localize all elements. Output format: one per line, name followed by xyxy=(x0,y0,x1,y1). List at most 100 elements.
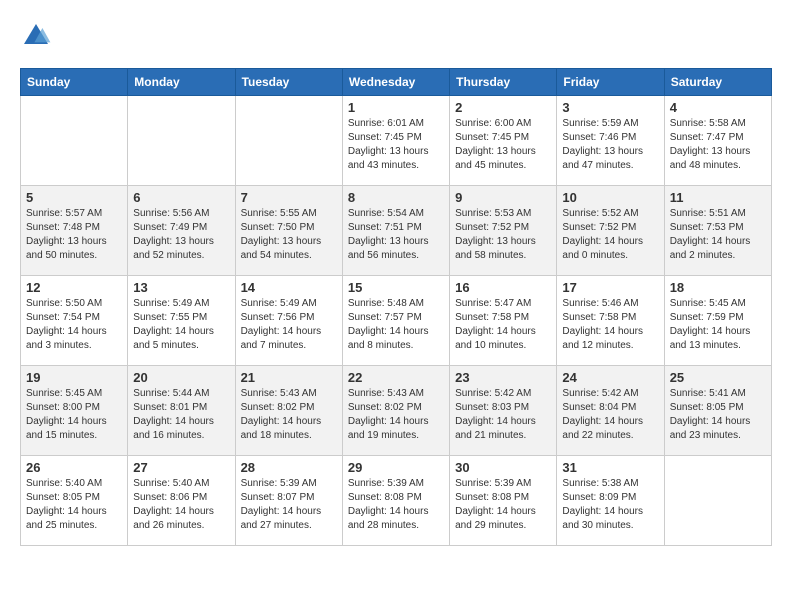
logo xyxy=(20,20,56,52)
calendar-cell: 14 Sunrise: 5:49 AM Sunset: 7:56 PM Dayli… xyxy=(235,276,342,366)
weekday-header: Sunday xyxy=(21,69,128,96)
calendar-week-row: 1 Sunrise: 6:01 AM Sunset: 7:45 PM Daylig… xyxy=(21,96,772,186)
day-info: Sunrise: 5:54 AM Sunset: 7:51 PM Dayligh… xyxy=(348,207,444,263)
weekday-header: Friday xyxy=(557,69,664,96)
calendar-cell: 13 Sunrise: 5:49 AM Sunset: 7:55 PM Dayli… xyxy=(128,276,235,366)
day-number: 20 xyxy=(133,370,229,385)
day-number: 21 xyxy=(241,370,337,385)
day-info: Sunrise: 5:49 AM Sunset: 7:56 PM Dayligh… xyxy=(241,297,337,353)
day-number: 8 xyxy=(348,190,444,205)
calendar-week-row: 19 Sunrise: 5:45 AM Sunset: 8:00 PM Dayli… xyxy=(21,366,772,456)
day-info: Sunrise: 6:00 AM Sunset: 7:45 PM Dayligh… xyxy=(455,117,551,173)
day-info: Sunrise: 5:39 AM Sunset: 8:08 PM Dayligh… xyxy=(455,477,551,533)
calendar-table: SundayMondayTuesdayWednesdayThursdayFrid… xyxy=(20,68,772,546)
day-number: 12 xyxy=(26,280,122,295)
day-number: 29 xyxy=(348,460,444,475)
day-number: 3 xyxy=(562,100,658,115)
day-info: Sunrise: 5:45 AM Sunset: 8:00 PM Dayligh… xyxy=(26,387,122,443)
day-number: 14 xyxy=(241,280,337,295)
calendar-cell: 15 Sunrise: 5:48 AM Sunset: 7:57 PM Dayli… xyxy=(342,276,449,366)
day-number: 13 xyxy=(133,280,229,295)
calendar-cell: 1 Sunrise: 6:01 AM Sunset: 7:45 PM Daylig… xyxy=(342,96,449,186)
calendar-cell: 23 Sunrise: 5:42 AM Sunset: 8:03 PM Dayli… xyxy=(450,366,557,456)
day-info: Sunrise: 5:49 AM Sunset: 7:55 PM Dayligh… xyxy=(133,297,229,353)
weekday-header: Saturday xyxy=(664,69,771,96)
page-header xyxy=(20,20,772,52)
calendar-cell: 25Sunrise: 5:41 AM Sunset: 8:05 PM Dayli… xyxy=(664,366,771,456)
weekday-header: Tuesday xyxy=(235,69,342,96)
day-info: Sunrise: 5:39 AM Sunset: 8:08 PM Dayligh… xyxy=(348,477,444,533)
day-number: 23 xyxy=(455,370,551,385)
day-number: 15 xyxy=(348,280,444,295)
day-number: 2 xyxy=(455,100,551,115)
day-info: Sunrise: 5:52 AM Sunset: 7:52 PM Dayligh… xyxy=(562,207,658,263)
calendar-cell xyxy=(664,456,771,546)
calendar-cell: 9 Sunrise: 5:53 AM Sunset: 7:52 PM Daylig… xyxy=(450,186,557,276)
day-info: Sunrise: 5:51 AM Sunset: 7:53 PM Dayligh… xyxy=(670,207,766,263)
day-info: Sunrise: 5:48 AM Sunset: 7:57 PM Dayligh… xyxy=(348,297,444,353)
day-number: 19 xyxy=(26,370,122,385)
day-info: Sunrise: 6:01 AM Sunset: 7:45 PM Dayligh… xyxy=(348,117,444,173)
calendar-week-row: 26 Sunrise: 5:40 AM Sunset: 8:05 PM Dayli… xyxy=(21,456,772,546)
calendar-cell: 20 Sunrise: 5:44 AM Sunset: 8:01 PM Dayli… xyxy=(128,366,235,456)
day-number: 4 xyxy=(670,100,766,115)
day-number: 18 xyxy=(670,280,766,295)
day-info: Sunrise: 5:56 AM Sunset: 7:49 PM Dayligh… xyxy=(133,207,229,263)
day-info: Sunrise: 5:38 AM Sunset: 8:09 PM Dayligh… xyxy=(562,477,658,533)
day-number: 27 xyxy=(133,460,229,475)
calendar-cell: 2 Sunrise: 6:00 AM Sunset: 7:45 PM Daylig… xyxy=(450,96,557,186)
calendar-cell: 18 Sunrise: 5:45 AM Sunset: 7:59 PM Dayli… xyxy=(664,276,771,366)
calendar-cell: 30 Sunrise: 5:39 AM Sunset: 8:08 PM Dayli… xyxy=(450,456,557,546)
day-info: Sunrise: 5:58 AM Sunset: 7:47 PM Dayligh… xyxy=(670,117,766,173)
day-info: Sunrise: 5:39 AM Sunset: 8:07 PM Dayligh… xyxy=(241,477,337,533)
calendar-cell: 8 Sunrise: 5:54 AM Sunset: 7:51 PM Daylig… xyxy=(342,186,449,276)
calendar-cell: 3 Sunrise: 5:59 AM Sunset: 7:46 PM Daylig… xyxy=(557,96,664,186)
weekday-header: Thursday xyxy=(450,69,557,96)
calendar-cell: 28 Sunrise: 5:39 AM Sunset: 8:07 PM Dayli… xyxy=(235,456,342,546)
day-info: Sunrise: 5:53 AM Sunset: 7:52 PM Dayligh… xyxy=(455,207,551,263)
day-number: 16 xyxy=(455,280,551,295)
day-number: 1 xyxy=(348,100,444,115)
calendar-cell: 4 Sunrise: 5:58 AM Sunset: 7:47 PM Daylig… xyxy=(664,96,771,186)
calendar-cell: 11 Sunrise: 5:51 AM Sunset: 7:53 PM Dayli… xyxy=(664,186,771,276)
calendar-cell: 7 Sunrise: 5:55 AM Sunset: 7:50 PM Daylig… xyxy=(235,186,342,276)
calendar-cell: 26 Sunrise: 5:40 AM Sunset: 8:05 PM Dayli… xyxy=(21,456,128,546)
day-info: Sunrise: 5:40 AM Sunset: 8:05 PM Dayligh… xyxy=(26,477,122,533)
day-number: 9 xyxy=(455,190,551,205)
day-number: 22 xyxy=(348,370,444,385)
calendar-cell: 12Sunrise: 5:50 AM Sunset: 7:54 PM Dayli… xyxy=(21,276,128,366)
calendar-cell: 5Sunrise: 5:57 AM Sunset: 7:48 PM Daylig… xyxy=(21,186,128,276)
day-number: 26 xyxy=(26,460,122,475)
day-info: Sunrise: 5:41 AM Sunset: 8:05 PM Dayligh… xyxy=(670,387,766,443)
day-info: Sunrise: 5:44 AM Sunset: 8:01 PM Dayligh… xyxy=(133,387,229,443)
day-info: Sunrise: 5:46 AM Sunset: 7:58 PM Dayligh… xyxy=(562,297,658,353)
day-info: Sunrise: 5:43 AM Sunset: 8:02 PM Dayligh… xyxy=(348,387,444,443)
calendar-cell: 24 Sunrise: 5:42 AM Sunset: 8:04 PM Dayli… xyxy=(557,366,664,456)
calendar-cell: 17Sunrise: 5:46 AM Sunset: 7:58 PM Dayli… xyxy=(557,276,664,366)
day-number: 10 xyxy=(562,190,658,205)
calendar-header-row: SundayMondayTuesdayWednesdayThursdayFrid… xyxy=(21,69,772,96)
day-number: 6 xyxy=(133,190,229,205)
day-info: Sunrise: 5:42 AM Sunset: 8:03 PM Dayligh… xyxy=(455,387,551,443)
day-info: Sunrise: 5:59 AM Sunset: 7:46 PM Dayligh… xyxy=(562,117,658,173)
calendar-cell: 22 Sunrise: 5:43 AM Sunset: 8:02 PM Dayli… xyxy=(342,366,449,456)
day-number: 28 xyxy=(241,460,337,475)
calendar-week-row: 12Sunrise: 5:50 AM Sunset: 7:54 PM Dayli… xyxy=(21,276,772,366)
calendar-cell: 29 Sunrise: 5:39 AM Sunset: 8:08 PM Dayli… xyxy=(342,456,449,546)
calendar-cell: 6 Sunrise: 5:56 AM Sunset: 7:49 PM Daylig… xyxy=(128,186,235,276)
calendar-week-row: 5Sunrise: 5:57 AM Sunset: 7:48 PM Daylig… xyxy=(21,186,772,276)
calendar-cell: 10 Sunrise: 5:52 AM Sunset: 7:52 PM Dayli… xyxy=(557,186,664,276)
weekday-header: Monday xyxy=(128,69,235,96)
day-number: 5 xyxy=(26,190,122,205)
day-info: Sunrise: 5:55 AM Sunset: 7:50 PM Dayligh… xyxy=(241,207,337,263)
day-number: 11 xyxy=(670,190,766,205)
day-number: 30 xyxy=(455,460,551,475)
calendar-cell xyxy=(21,96,128,186)
calendar-cell xyxy=(235,96,342,186)
day-number: 24 xyxy=(562,370,658,385)
day-number: 7 xyxy=(241,190,337,205)
day-info: Sunrise: 5:42 AM Sunset: 8:04 PM Dayligh… xyxy=(562,387,658,443)
calendar-cell: 19 Sunrise: 5:45 AM Sunset: 8:00 PM Dayli… xyxy=(21,366,128,456)
calendar-cell xyxy=(128,96,235,186)
day-info: Sunrise: 5:45 AM Sunset: 7:59 PM Dayligh… xyxy=(670,297,766,353)
